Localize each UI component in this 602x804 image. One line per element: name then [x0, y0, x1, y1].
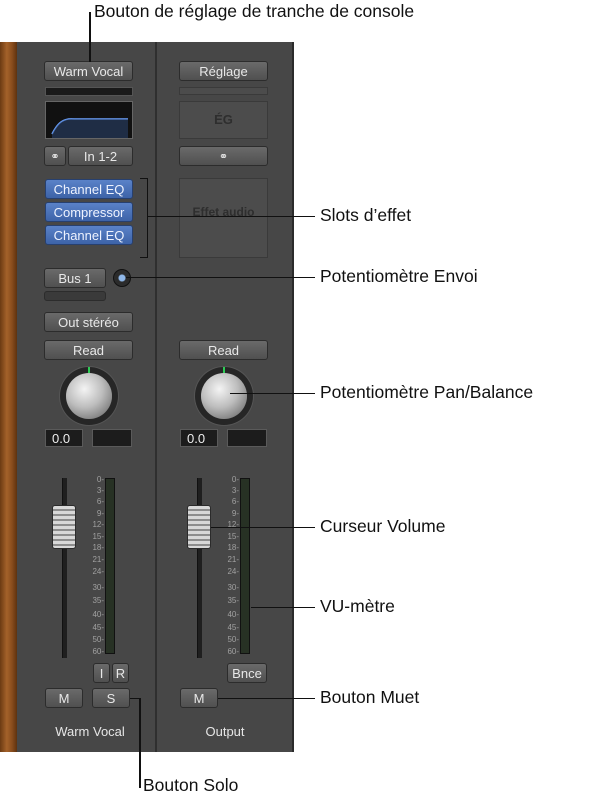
meter-scale-label: 45-: [92, 623, 104, 632]
meter-scale-label: 9-: [231, 509, 239, 518]
eq-thumbnail-display[interactable]: [45, 101, 133, 139]
meter-scale-label: 21-: [227, 555, 239, 564]
callout-line-top: [89, 12, 91, 62]
callout-vu-meter: VU-mètre: [320, 596, 395, 616]
bracket-bottom: [140, 257, 148, 258]
send-knob[interactable]: [113, 269, 131, 287]
callout-effect-slots: Slots d’effet: [320, 205, 412, 225]
volume-fader[interactable]: [52, 505, 76, 549]
meter-scale-label: 24-: [92, 567, 104, 576]
meter-scale-label: 0-: [231, 475, 239, 484]
send-button[interactable]: Bus 1: [44, 268, 106, 288]
meter-scale-label: 15-: [227, 532, 239, 541]
meter-scale-label: 15-: [92, 532, 104, 541]
callout-line-volume: [211, 527, 315, 528]
solo-button[interactable]: S: [92, 688, 130, 708]
bounce-button[interactable]: Bnce: [227, 663, 267, 683]
meter-scale-label: 18-: [92, 543, 104, 552]
effect-slot-1[interactable]: Channel EQ: [45, 179, 133, 199]
mute-button-output[interactable]: M: [180, 688, 218, 708]
meter-scale-label: 45-: [227, 623, 239, 632]
pan-knob-output[interactable]: [201, 367, 247, 419]
meter-scale-label: 6-: [96, 497, 104, 506]
meter-scale-label: 0-: [96, 475, 104, 484]
link-icon-button-output[interactable]: ⚭: [179, 146, 268, 166]
strip-name-output[interactable]: Output: [170, 724, 280, 739]
vu-meter: [105, 478, 115, 654]
link-icon-button[interactable]: ⚭: [44, 146, 66, 166]
meter-scale-label: 30-: [92, 583, 104, 592]
meter-scale-label: 9-: [96, 509, 104, 518]
volume-fader-output[interactable]: [187, 505, 211, 549]
callout-line-mute: [218, 698, 315, 699]
meter-scale-label: 21-: [92, 555, 104, 564]
output-button[interactable]: Out stéréo: [44, 312, 133, 332]
callout-line-solo: [139, 698, 141, 788]
effect-slot-3[interactable]: Channel EQ: [45, 225, 133, 245]
automation-mode-button-output[interactable]: Read: [179, 340, 268, 360]
callout-volume-fader: Curseur Volume: [320, 516, 446, 536]
channel-strip-setting-button[interactable]: Warm Vocal: [44, 61, 133, 81]
callout-line-vu: [251, 607, 315, 608]
peak-display-output: [227, 429, 267, 447]
vu-meter-output: [240, 478, 250, 654]
meter-scale-label: 6-: [231, 497, 239, 506]
channel-strip-setting-button-output[interactable]: Réglage: [179, 61, 268, 81]
meter-scale-label: 3-: [96, 486, 104, 495]
strip-name[interactable]: Warm Vocal: [35, 724, 145, 739]
callout-line-slots: [147, 216, 315, 217]
meter-scale-label: 35-: [227, 596, 239, 605]
callout-mute-button: Bouton Muet: [320, 687, 420, 707]
eq-led-bar: [45, 87, 133, 96]
pan-indicator: [88, 367, 90, 373]
input-monitor-button[interactable]: I: [93, 663, 110, 683]
pan-knob[interactable]: [66, 367, 112, 419]
pan-value-display: 0.0: [45, 429, 83, 447]
meter-scale-label: 30-: [227, 583, 239, 592]
callout-line-send: [126, 277, 315, 278]
bracket-vertical: [147, 178, 148, 258]
meter-scale-label: 60-: [227, 647, 239, 656]
meter-scale-label: 60-: [92, 647, 104, 656]
meter-scale-label: 50-: [92, 635, 104, 644]
meter-scale-label: 24-: [227, 567, 239, 576]
mute-button[interactable]: M: [45, 688, 83, 708]
meter-scale-label: 40-: [227, 610, 239, 619]
input-button[interactable]: In 1-2: [68, 146, 133, 166]
meter-scale-label: 18-: [227, 543, 239, 552]
strip-divider: [155, 42, 157, 752]
audio-effect-area[interactable]: Effet audio: [179, 178, 268, 258]
peak-display: [92, 429, 132, 447]
callout-send-knob: Potentiomètre Envoi: [320, 266, 478, 286]
callout-pan-knob: Potentiomètre Pan/Balance: [320, 382, 534, 402]
callout-line-pan: [230, 393, 315, 394]
record-enable-button[interactable]: R: [112, 663, 129, 683]
meter-scale-label: 3-: [231, 486, 239, 495]
automation-mode-button[interactable]: Read: [44, 340, 133, 360]
meter-scale-label: 12-: [92, 520, 104, 529]
callout-solo-button: Bouton Solo: [143, 775, 239, 795]
wood-side-panel: [0, 42, 17, 752]
callout-setting-button: Bouton de réglage de tranche de console: [94, 1, 415, 21]
pan-value-display-output: 0.0: [180, 429, 218, 447]
empty-send-slot[interactable]: [44, 291, 106, 301]
meter-scale-label: 40-: [92, 610, 104, 619]
meter-scale-label: 35-: [92, 596, 104, 605]
meter-scale-label: 50-: [227, 635, 239, 644]
pan-indicator-output: [223, 367, 225, 373]
eq-led-bar-output: [179, 87, 268, 95]
effect-slot-2[interactable]: Compressor: [45, 202, 133, 222]
eq-curve-icon: [51, 118, 128, 138]
eq-thumbnail-empty[interactable]: ÉG: [179, 101, 268, 139]
